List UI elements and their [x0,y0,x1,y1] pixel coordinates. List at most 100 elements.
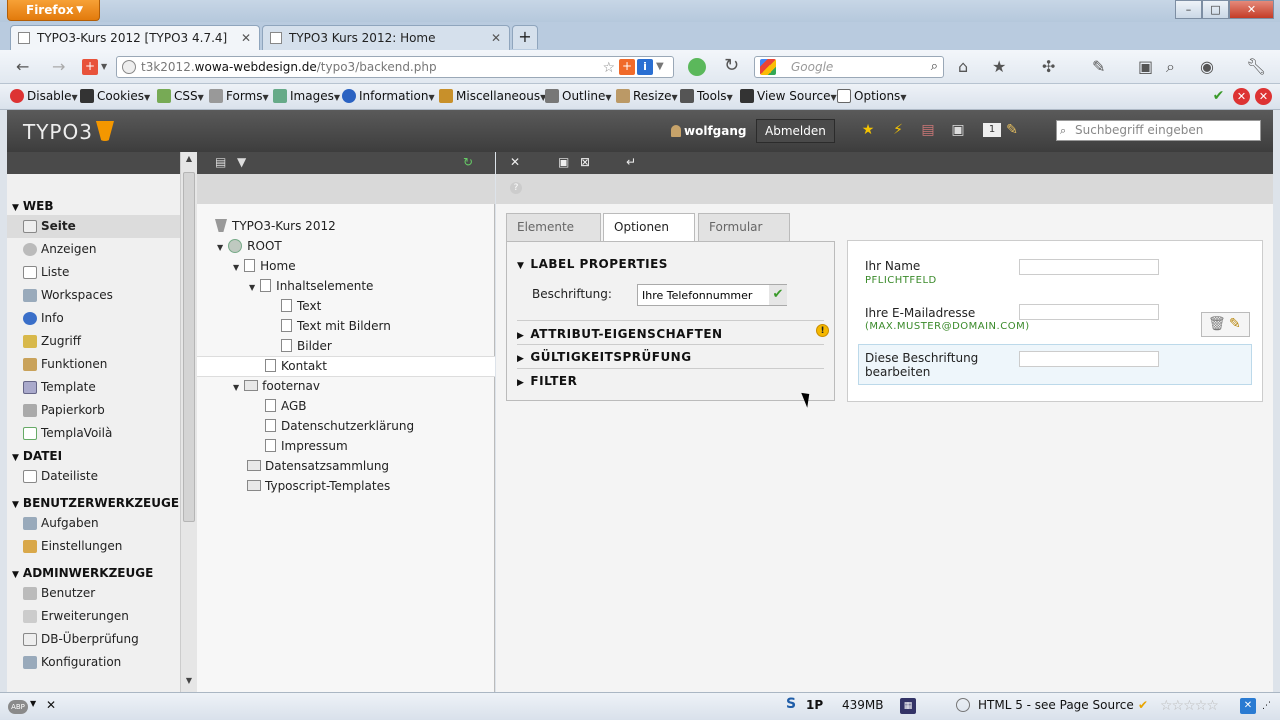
tab-formular[interactable]: Formular! [698,213,790,262]
preview-input-name[interactable] [1019,259,1159,275]
close-toolbar-icon[interactable]: ✕ [1255,88,1272,105]
devbar-information[interactable]: Information▼ [342,89,435,103]
tab-elemente[interactable]: Elemente [506,213,601,241]
section-filter[interactable]: ▶ FILTER [517,374,577,388]
tree-node-datenschutz[interactable]: Datenschutzerklärung [265,416,414,436]
tree-node-kontakt[interactable]: Kontakt [265,356,327,376]
tree-node-text[interactable]: Text [281,296,321,316]
module-group-adminwerkzeuge[interactable]: ▼ ADMINWERKZEUGE [7,562,180,582]
module-item-benutzer[interactable]: Benutzer [7,582,180,605]
backend-search-input[interactable]: ⌕ Suchbegriff eingeben [1056,120,1261,141]
devbar-forms[interactable]: Forms▼ [209,89,269,103]
module-item-aufgaben[interactable]: Aufgaben [7,512,180,535]
module-item-papierkorb[interactable]: Papierkorb [7,399,180,422]
module-item-db-ueberpruefung[interactable]: DB-Überprüfung [7,628,180,651]
tree-node-impressum[interactable]: Impressum [265,436,348,456]
chevron-down-icon[interactable]: ▼ [656,59,670,75]
workspace-badge[interactable]: 1 [983,123,1001,137]
label-text-input[interactable] [637,284,787,306]
tree-node-inhaltselemente[interactable]: ▼ Inhaltselemente [249,276,373,296]
url-bar[interactable]: t3k2012.wowa-webdesign.de/typo3/backend.… [116,56,674,78]
refresh-icon[interactable]: ↻ [463,155,477,169]
web-search-input[interactable]: Google ⌕ [754,56,944,78]
close-window-button[interactable]: ✕ [1229,0,1274,19]
info-icon[interactable]: i [637,59,653,75]
home-icon[interactable]: ⌂ [958,57,968,76]
extension-icon[interactable]: ✕ [1240,698,1256,714]
module-item-dateiliste[interactable]: Dateiliste [7,465,180,488]
scroll-down-icon[interactable]: ▼ [181,676,197,690]
confirm-checkmark-icon[interactable]: ✔ [769,285,787,305]
tree-node-home[interactable]: ▼ Home [233,256,296,276]
close-tab-icon[interactable]: ✕ [241,26,251,50]
trash-icon[interactable]: 🗑︎ [1208,316,1226,332]
devbar-outline[interactable]: Outline▼ [545,89,612,103]
firefox-menu-button[interactable]: Firefox ▼ [7,0,100,21]
preview-input-new[interactable] [1019,351,1159,367]
devbar-images[interactable]: Images▼ [273,89,340,103]
return-icon[interactable]: ↵ [626,155,640,169]
workspace-edit-icon[interactable]: ✎ [1003,121,1021,139]
bookmark-star-icon[interactable]: ☆ [602,58,615,78]
wrench-icon[interactable]: 🔧︎ [1246,57,1266,76]
module-item-liste[interactable]: Liste [7,261,180,284]
rating-stars[interactable]: ☆☆☆☆☆ [1160,698,1219,714]
checkmark-icon[interactable]: ✔ [1210,88,1227,105]
close-tab-icon[interactable]: ✕ [491,26,501,50]
screenshot-icon[interactable]: ▣ [1138,57,1153,76]
devbar-view-source[interactable]: View Source▼ [740,89,837,103]
module-group-benutzerwerkzeuge[interactable]: ▼ BENUTZERWERKZEUGE [7,492,180,512]
module-menu-scrollbar[interactable]: ▲ ▼ [180,152,197,692]
addon-icon[interactable]: ✣ [1042,57,1055,76]
addon-icon[interactable]: ▦ [900,698,916,714]
module-item-info[interactable]: Info [7,307,180,330]
skype-icon[interactable]: S [786,696,796,712]
onepassword-icon[interactable]: 1P [806,698,823,712]
preview-input-email[interactable] [1019,304,1159,320]
save-close-icon[interactable]: ⊠ [580,155,594,169]
addon-plus-icon[interactable]: + [619,59,635,75]
tab-optionen[interactable]: Optionen! [603,213,695,262]
module-item-anzeigen[interactable]: Anzeigen [7,238,180,261]
tree-node-typoscript-templates[interactable]: Typoscript-Templates [247,476,390,496]
module-item-erweiterungen[interactable]: Erweiterungen [7,605,180,628]
new-tab-button[interactable]: + [512,25,538,49]
save-icon[interactable]: ▣ [558,155,572,169]
status-globe-icon[interactable] [688,58,706,76]
pencil-icon[interactable]: ✎ [1229,316,1241,332]
clear-cache-icon[interactable]: ⚡︎ [889,121,907,139]
chrome-like-icon[interactable]: ◉ [1200,57,1214,76]
shortcut-icon[interactable]: ▣ [949,121,967,139]
bookmark-star-icon[interactable]: ★ [859,121,877,139]
module-item-template[interactable]: Template [7,376,180,399]
close-statusbar-icon[interactable]: ✕ [46,698,56,712]
html5-status[interactable]: HTML 5 - see Page Source [978,698,1134,712]
module-item-funktionen[interactable]: Funktionen [7,353,180,376]
minimize-button[interactable]: – [1175,0,1202,19]
validator-icon[interactable]: ✔ [1138,698,1148,712]
new-page-icon[interactable]: ▤ [215,155,229,169]
collapse-triangle-icon[interactable]: ▼ [217,243,223,252]
error-x-icon[interactable]: ✕ [1233,88,1250,105]
browser-tab-home[interactable]: TYPO3 Kurs 2012: Home ✕ [262,25,510,50]
module-item-workspaces[interactable]: Workspaces [7,284,180,307]
filter-icon[interactable]: ▼ [237,155,251,169]
zoom-icon[interactable]: ⌕ [1166,57,1175,77]
search-icon[interactable]: ⌕ [931,57,938,77]
module-item-zugriff[interactable]: Zugriff [7,330,180,353]
opendocs-icon[interactable]: ▤ [919,121,937,139]
module-item-templavoila[interactable]: TemplaVoilà [7,422,180,445]
logout-button[interactable]: Abmelden [756,119,835,143]
typo3-logo[interactable]: TYPO3 [23,120,114,144]
chevron-down-icon[interactable]: ▼ [101,62,107,71]
module-group-web[interactable]: ▼ WEB [7,195,180,215]
back-arrow-icon[interactable]: ← [16,57,29,76]
section-label-properties[interactable]: ▼ LABEL PROPERTIES [517,257,668,271]
module-item-konfiguration[interactable]: Konfiguration [7,651,180,674]
devbar-tools[interactable]: Tools▼ [680,89,733,103]
tree-node-root[interactable]: ▼ ROOT [217,236,282,256]
devbar-miscellaneous[interactable]: Miscellaneous▼ [439,89,546,103]
collapse-triangle-icon[interactable]: ▼ [233,263,239,272]
scroll-up-icon[interactable]: ▲ [181,154,197,168]
module-group-datei[interactable]: ▼ DATEI [7,445,180,465]
